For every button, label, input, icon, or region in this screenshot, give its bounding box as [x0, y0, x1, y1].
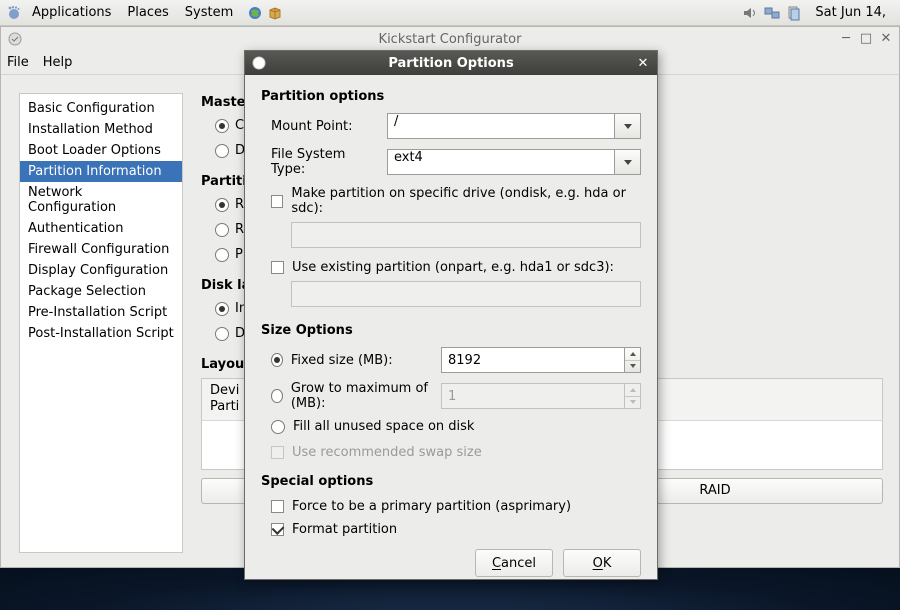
part-radio-0[interactable] — [215, 198, 229, 212]
format-checkbox[interactable] — [271, 523, 284, 536]
sidebar-item-network[interactable]: Network Configuration — [20, 182, 182, 218]
sidebar-item-display[interactable]: Display Configuration — [20, 260, 182, 281]
format-label: Format partition — [292, 522, 397, 537]
group-partition-options: Partition options — [261, 89, 641, 104]
part-radio-2[interactable] — [215, 248, 229, 262]
menu-file[interactable]: File — [7, 55, 29, 70]
ok-button[interactable]: OK — [563, 549, 641, 577]
menu-places[interactable]: Places — [121, 3, 174, 22]
volume-icon[interactable] — [741, 5, 759, 21]
swap-checkbox — [271, 446, 284, 459]
fill-radio[interactable] — [271, 420, 285, 434]
menu-system[interactable]: System — [179, 3, 239, 22]
dialog-close-button[interactable]: ✕ — [635, 55, 651, 71]
master-radio-1[interactable] — [215, 144, 229, 158]
fs-type-combo[interactable]: ext4 — [387, 149, 641, 175]
disk-radio-1[interactable] — [215, 327, 229, 341]
onpart-checkbox[interactable] — [271, 261, 284, 274]
grow-field — [441, 383, 625, 409]
fixed-size-radio[interactable] — [271, 353, 283, 367]
part-radio-1-label: R — [235, 222, 244, 237]
asprimary-checkbox[interactable] — [271, 500, 284, 513]
fixed-size-label: Fixed size (MB): — [291, 353, 433, 368]
swap-label: Use recommended swap size — [292, 445, 482, 460]
close-button[interactable]: ✕ — [879, 31, 893, 45]
sidebar-item-bootloader[interactable]: Boot Loader Options — [20, 140, 182, 161]
partition-options-dialog: Partition Options ✕ Partition options Mo… — [244, 50, 658, 580]
sidebar-item-partition[interactable]: Partition Information — [20, 161, 182, 182]
mount-point-value[interactable]: / — [387, 113, 615, 139]
grow-spinner — [625, 383, 641, 409]
mount-point-combo[interactable]: / — [387, 113, 641, 139]
dialog-titlebar: Partition Options ✕ — [245, 51, 657, 75]
sidebar-item-firewall[interactable]: Firewall Configuration — [20, 239, 182, 260]
onpart-input — [291, 281, 641, 307]
fs-type-dropdown[interactable] — [615, 149, 641, 175]
mount-point-label: Mount Point: — [261, 119, 379, 134]
ondisk-input — [291, 222, 641, 248]
sidebar-item-packages[interactable]: Package Selection — [20, 281, 182, 302]
fixed-size-spinner[interactable] — [625, 347, 641, 373]
app-icon — [7, 31, 23, 47]
group-size-options: Size Options — [261, 323, 641, 338]
fs-type-value[interactable]: ext4 — [387, 149, 615, 175]
fs-type-label: File System Type: — [261, 147, 379, 177]
onpart-label: Use existing partition (onpart, e.g. hda… — [292, 260, 614, 275]
group-special-options: Special options — [261, 474, 641, 489]
fill-label: Fill all unused space on disk — [293, 419, 474, 434]
ondisk-checkbox[interactable] — [271, 195, 283, 208]
menu-help[interactable]: Help — [43, 55, 73, 70]
minimize-button[interactable]: ─ — [839, 31, 853, 45]
disk-radio-0[interactable] — [215, 302, 229, 316]
dialog-title: Partition Options — [388, 56, 513, 71]
ondisk-label: Make partition on specific drive (ondisk… — [291, 186, 641, 216]
master-radio-0[interactable] — [215, 119, 229, 133]
kickstart-titlebar: Kickstart Configurator ─ □ ✕ — [1, 27, 899, 51]
menu-applications[interactable]: Applications — [26, 3, 117, 22]
master-radio-0-label: C — [235, 118, 244, 133]
maximize-button[interactable]: □ — [859, 31, 873, 45]
part-radio-1[interactable] — [215, 223, 229, 237]
dialog-icon — [251, 55, 267, 71]
part-radio-0-label: R — [235, 197, 244, 212]
grow-input — [441, 383, 641, 409]
window-title: Kickstart Configurator — [379, 32, 522, 47]
sidebar-item-preinstall[interactable]: Pre-Installation Script — [20, 302, 182, 323]
chevron-down-icon — [624, 160, 632, 165]
part-radio-2-label: P — [235, 247, 243, 262]
clock[interactable]: Sat Jun 14, — [807, 5, 894, 20]
network-icon[interactable] — [763, 5, 781, 21]
grow-label: Grow to maximum of (MB): — [291, 381, 433, 411]
package-icon[interactable] — [267, 5, 283, 21]
foot-icon — [6, 5, 22, 21]
sidebar-item-install-method[interactable]: Installation Method — [20, 119, 182, 140]
sidebar-item-postinstall[interactable]: Post-Installation Script — [20, 323, 182, 344]
fixed-size-field[interactable] — [441, 347, 625, 373]
section-sidebar: Basic Configuration Installation Method … — [19, 93, 183, 553]
grow-radio[interactable] — [271, 389, 283, 403]
asprimary-label: Force to be a primary partition (asprima… — [292, 499, 571, 514]
globe-icon[interactable] — [247, 5, 263, 21]
sidebar-item-basic[interactable]: Basic Configuration — [20, 98, 182, 119]
gnome-top-panel: Applications Places System Sat Jun 14, — [0, 0, 900, 26]
mount-point-dropdown[interactable] — [615, 113, 641, 139]
cancel-button[interactable]: Cancel — [475, 549, 553, 577]
sidebar-item-auth[interactable]: Authentication — [20, 218, 182, 239]
fixed-size-input[interactable] — [441, 347, 641, 373]
chevron-down-icon — [624, 124, 632, 129]
clipboard-icon[interactable] — [785, 5, 803, 21]
